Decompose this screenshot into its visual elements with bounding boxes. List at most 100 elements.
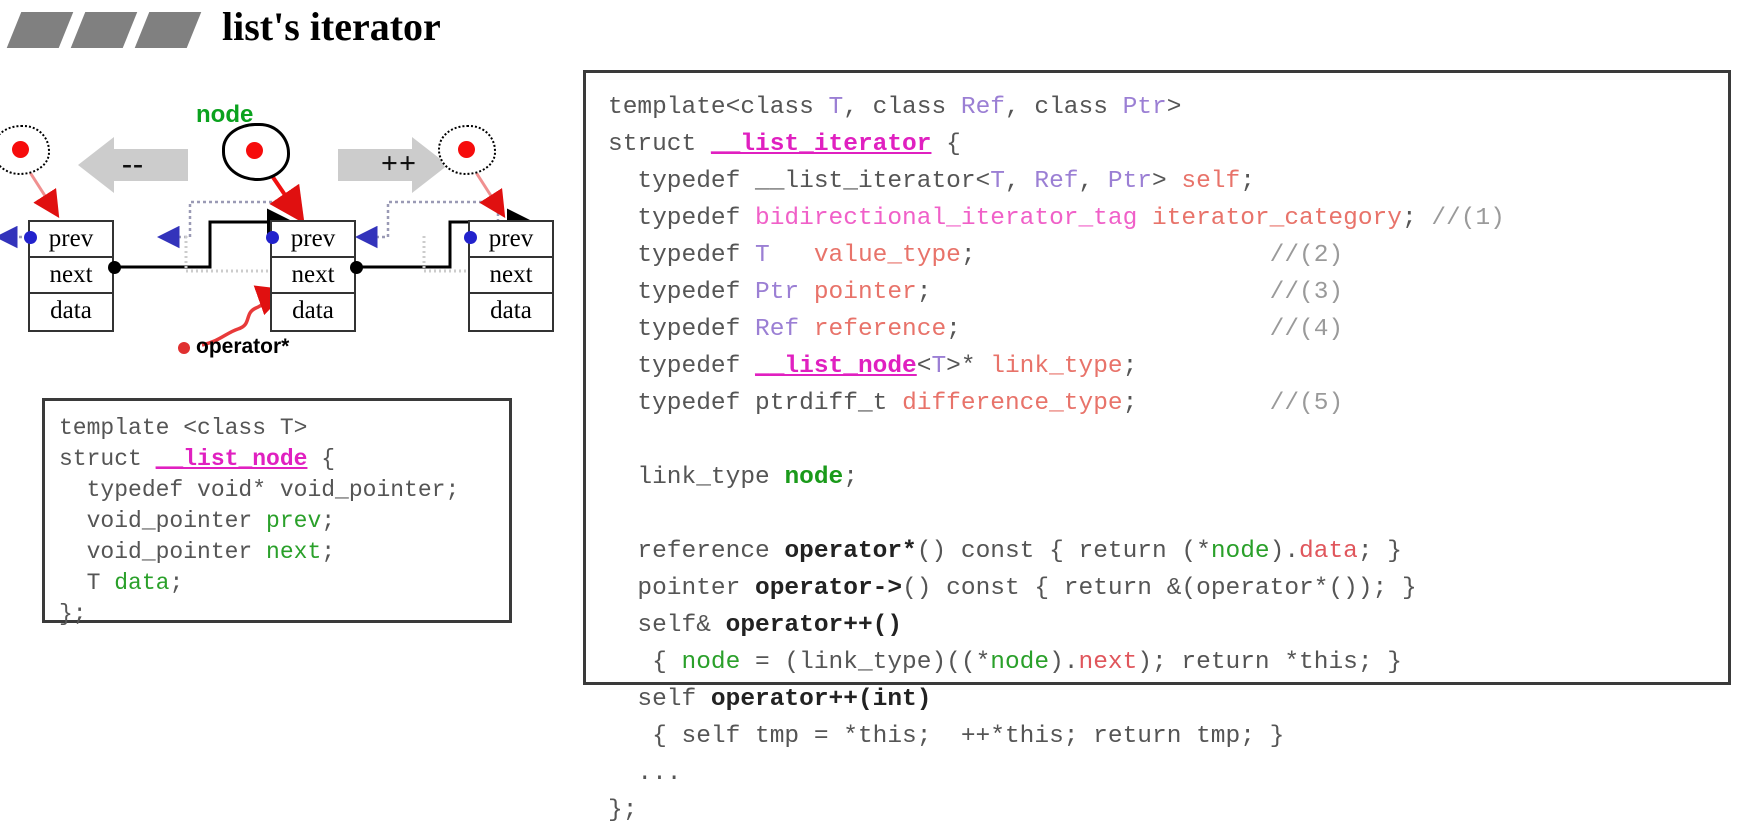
code-token: > [1166,94,1182,121]
code-token: ; [321,539,336,565]
code-token: { [931,131,961,158]
iterator-dot-current [246,142,263,159]
prev-pointer-dot-1 [24,231,37,244]
code-text: template<class T, class Ref, class Ptr> s… [608,89,1728,829]
code-token: operator* [784,538,917,565]
code-line: typedef __list_node<T>* link_type; [608,348,1728,385]
code-line: }; [59,599,509,630]
code-line: typedef bidirectional_iterator_tag itera… [608,200,1728,237]
code-line: typedef ptrdiff_t difference_type; //(5) [608,385,1728,422]
code-token: operator++(int) [710,686,932,713]
code-token: >* [946,353,991,380]
node-cell-next: next [470,258,552,294]
code-token: prev [266,508,322,534]
code-token: struct [608,131,711,158]
code-token: next [1078,649,1138,676]
code-token: Ptr [1122,94,1167,121]
chevron-shape-3 [134,12,202,48]
code-token: { self tmp = *this; ++*this; return tmp;… [608,723,1285,750]
code-token: Ptr [1107,168,1152,195]
code-token: = (link_type)((* [740,649,991,676]
code-token: iterator_category [1152,205,1402,232]
code-token: ; [1240,168,1255,195]
code-token: < [916,353,932,380]
code-block-list-iterator: template<class T, class Ref, class Ptr> s… [583,70,1731,824]
code-token: operator-> [755,575,903,602]
node-cell-prev: prev [30,222,112,258]
next-pointer-dot-2 [350,261,363,274]
code-token: __list_iterator [710,131,932,158]
code-token: ; } [1357,538,1402,565]
code-line: }; [608,792,1728,829]
code-token: operator* [1196,575,1329,602]
code-token: node [990,649,1050,676]
code-token: ). [1269,538,1300,565]
code-token: typedef __list_iterator< [608,168,991,195]
code-token: ; [1122,390,1270,417]
code-token: template <class T> [59,415,308,441]
code-token: ; [843,464,858,491]
code-token: self [608,686,711,713]
code-token: , class [1004,94,1123,121]
code-line: ... [608,755,1728,792]
code-line: reference operator*() const { return (*n… [608,533,1728,570]
code-token: { [307,446,336,472]
iterator-dot-left [12,141,29,158]
code-token: void_pointer [59,508,267,534]
code-line: typedef T value_type; //(2) [608,237,1728,274]
code-token: node [784,464,844,491]
node-cell-data: data [50,297,92,324]
code-token: ; [946,316,1270,343]
decrement-sign-label: -- [122,147,144,180]
code-text: template <class T> struct __list_node { t… [59,413,509,630]
code-token: ; [960,242,1270,269]
code-token: Ptr [755,279,800,306]
table-row: prev next data [270,220,356,332]
code-token: reference [608,538,785,565]
increment-arrow: ++ [338,137,448,193]
code-line: template <class T> [59,413,509,444]
table-row: prev next data [28,220,114,332]
code-token: struct [59,446,156,472]
code-line: struct __list_node { [59,444,509,475]
code-token: T [990,168,1005,195]
code-token: node [681,649,741,676]
code-line: typedef void* void_pointer; [59,475,509,506]
page-title: list's iterator [222,4,441,49]
code-line: typedef Ptr pointer; //(3) [608,274,1728,311]
node-cell-prev: prev [470,222,552,258]
code-token: typedef ptrdiff_t [608,390,903,417]
code-line: void_pointer next; [59,537,509,568]
node-cell-prev: prev [272,222,354,258]
code-token: typedef void* void_pointer; [59,477,460,503]
node-cell-next: next [30,258,112,294]
code-token: T [931,353,947,380]
code-token: ; [169,570,184,596]
code-token: void_pointer [59,539,267,565]
code-token: typedef [608,205,756,232]
code-token: //(2) [1269,242,1344,269]
operator-star-label: operator* [196,335,290,358]
code-token: > [1152,168,1182,195]
title-chevron-decoration [6,12,202,48]
code-token: () const { return &( [902,575,1197,602]
code-token: T [59,570,115,596]
code-token: , class [843,94,961,121]
node-cell-data: data [292,297,334,324]
code-token: Ref [960,94,1005,121]
code-line: self& operator++() [608,607,1728,644]
code-token: self [1181,168,1241,195]
code-token: __list_node [755,353,917,380]
code-token: reference [813,316,947,343]
code-token: typedef [608,242,756,269]
code-line: typedef Ref reference; //(4) [608,311,1728,348]
code-token: pointer [813,279,917,306]
node-label: node [196,101,254,128]
increment-sign-label: ++ [380,147,418,180]
code-token: value_type [813,242,961,269]
